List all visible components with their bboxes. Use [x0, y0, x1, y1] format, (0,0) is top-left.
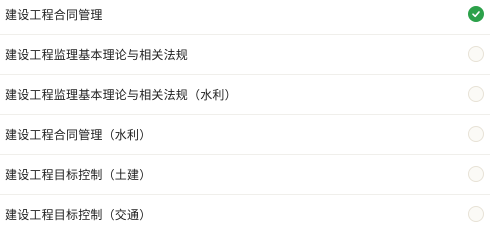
option-label: 建设工程目标控制（土建） [5, 167, 152, 182]
option-row[interactable]: 建设工程监理基本理论与相关法规 [0, 34, 490, 74]
selected-check-radio[interactable] [468, 6, 484, 22]
unselected-radio[interactable] [468, 206, 484, 222]
option-row[interactable]: 建设工程监理基本理论与相关法规（水利） [0, 74, 490, 114]
option-label: 建设工程目标控制（交通） [5, 207, 152, 222]
option-label: 建设工程合同管理 [5, 7, 103, 22]
option-row[interactable]: 建设工程目标控制（土建） [0, 154, 490, 194]
option-label: 建设工程监理基本理论与相关法规 [5, 47, 189, 62]
option-label: 建设工程合同管理（水利） [5, 127, 152, 142]
unselected-radio[interactable] [468, 166, 484, 182]
option-label: 建设工程监理基本理论与相关法规（水利） [5, 87, 237, 102]
subject-option-list: 建设工程合同管理 建设工程监理基本理论与相关法规 建设工程监理基本理论与相关法规… [0, 0, 490, 232]
unselected-radio[interactable] [468, 46, 484, 62]
unselected-radio[interactable] [468, 86, 484, 102]
checkmark-icon [472, 11, 480, 18]
option-row[interactable]: 建设工程合同管理（水利） [0, 114, 490, 154]
option-row[interactable]: 建设工程目标控制（交通） [0, 194, 490, 234]
unselected-radio[interactable] [468, 126, 484, 142]
option-row[interactable]: 建设工程合同管理 [0, 0, 490, 34]
